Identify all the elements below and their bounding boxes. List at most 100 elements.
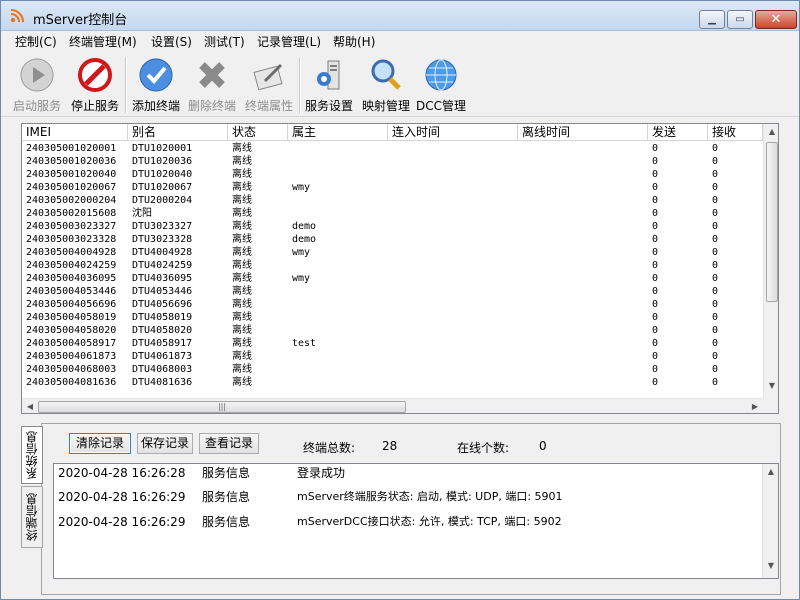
view-log-button[interactable]: 查看记录 bbox=[199, 433, 259, 454]
cell-imei: 240305001020040 bbox=[26, 169, 117, 180]
minimize-button[interactable]: ▁ bbox=[699, 10, 725, 29]
table-row[interactable]: 240305003023327 DTU3023327 离线 demo 0 0 bbox=[22, 220, 763, 233]
delete-terminal-button[interactable]: 删除终端 bbox=[184, 55, 240, 113]
service-settings-button[interactable]: 服务设置 bbox=[302, 55, 356, 113]
table-row[interactable]: 240305002000204 DTU2000204 离线 0 0 bbox=[22, 194, 763, 207]
scroll-right-icon[interactable]: ▶ bbox=[747, 402, 763, 411]
table-row[interactable]: 240305001020040 DTU1020040 离线 0 0 bbox=[22, 168, 763, 181]
menu-log-management[interactable]: 记录管理(L) bbox=[257, 33, 321, 50]
scroll-thumb[interactable] bbox=[766, 142, 778, 302]
table-row[interactable]: 240305002015608 沈阳 离线 0 0 bbox=[22, 207, 763, 220]
table-row[interactable]: 240305004053446 DTU4053446 离线 0 0 bbox=[22, 285, 763, 298]
table-row[interactable]: 240305004081636 DTU4081636 离线 0 0 bbox=[22, 376, 763, 389]
cell-offline-time bbox=[518, 259, 648, 272]
table-row[interactable]: 240305004058020 DTU4058020 离线 0 0 bbox=[22, 324, 763, 337]
save-log-button[interactable]: 保存记录 bbox=[137, 433, 193, 454]
cell-connect-time bbox=[388, 155, 518, 168]
log-scrollbar[interactable]: ▲ ▼ bbox=[762, 464, 778, 578]
cell-status: 离线 bbox=[232, 195, 252, 206]
cell-owner: wmy bbox=[292, 182, 311, 193]
add-terminal-label: 添加终端 bbox=[131, 99, 180, 113]
stop-service-button[interactable]: 停止服务 bbox=[67, 55, 123, 113]
title-bar[interactable]: mServer控制台 ▁ ▭ ✕ bbox=[1, 1, 799, 31]
main-window: mServer控制台 ▁ ▭ ✕ 控制(C) 终端管理(M) 设置(S) 测试(… bbox=[0, 0, 800, 600]
cell-sent: 0 bbox=[652, 247, 659, 258]
menu-test[interactable]: 测试(T) bbox=[204, 33, 245, 50]
column-header-imei[interactable]: IMEI bbox=[22, 124, 128, 141]
scroll-down-icon[interactable]: ▼ bbox=[763, 561, 779, 570]
checkmark-icon bbox=[138, 57, 174, 93]
cell-sent: 0 bbox=[652, 260, 659, 271]
table-row[interactable]: 240305001020036 DTU1020036 离线 0 0 bbox=[22, 155, 763, 168]
cell-offline-time bbox=[518, 207, 648, 220]
cell-owner bbox=[288, 259, 388, 272]
column-header-sent[interactable]: 发送 bbox=[648, 124, 708, 141]
side-tab-strip: 系统信息 终端信息 bbox=[21, 426, 43, 551]
cell-alias: DTU3023328 bbox=[132, 234, 193, 245]
terminal-list[interactable]: IMEI 别名 状态 属主 连入时间 离线时间 发送 接收 2403050010… bbox=[21, 123, 779, 414]
table-row[interactable]: 240305001020067 DTU1020067 离线 wmy 0 0 bbox=[22, 181, 763, 194]
cell-connect-time bbox=[388, 233, 518, 246]
clear-log-button[interactable]: 清除记录 bbox=[69, 433, 131, 454]
cell-status: 离线 bbox=[232, 299, 252, 310]
cell-connect-time bbox=[388, 207, 518, 220]
table-row[interactable]: 240305003023328 DTU3023328 离线 demo 0 0 bbox=[22, 233, 763, 246]
scroll-up-icon[interactable]: ▲ bbox=[763, 467, 779, 476]
column-header-status[interactable]: 状态 bbox=[228, 124, 288, 141]
table-row[interactable]: 240305004061873 DTU4061873 离线 0 0 bbox=[22, 350, 763, 363]
table-row[interactable]: 240305004004928 DTU4004928 离线 wmy 0 0 bbox=[22, 246, 763, 259]
cell-status: 离线 bbox=[232, 234, 252, 245]
table-row[interactable]: 240305001020001 DTU1020001 离线 0 0 bbox=[22, 142, 763, 155]
cell-received: 0 bbox=[712, 325, 719, 336]
column-header-alias[interactable]: 别名 bbox=[128, 124, 228, 141]
mapping-management-button[interactable]: 映射管理 bbox=[358, 55, 414, 113]
cell-owner bbox=[288, 194, 388, 207]
menu-help[interactable]: 帮助(H) bbox=[333, 33, 375, 50]
table-row[interactable]: 240305004024259 DTU4024259 离线 0 0 bbox=[22, 259, 763, 272]
cell-received: 0 bbox=[712, 156, 719, 167]
menu-terminal-management[interactable]: 终端管理(M) bbox=[69, 33, 137, 50]
cell-alias: DTU1020067 bbox=[132, 182, 193, 193]
cell-offline-time bbox=[518, 246, 648, 259]
maximize-button[interactable]: ▭ bbox=[727, 10, 753, 29]
tab-system-info[interactable]: 系统信息 bbox=[21, 426, 43, 484]
cell-sent: 0 bbox=[652, 325, 659, 336]
vertical-scrollbar[interactable]: ▲ ▼ bbox=[763, 124, 778, 398]
log-list[interactable]: 2020-04-28 16:26:28 服务信息 登录成功 2020-04-28… bbox=[53, 463, 779, 579]
cell-owner: demo bbox=[292, 221, 317, 232]
cell-connect-time bbox=[388, 142, 518, 155]
menu-control[interactable]: 控制(C) bbox=[15, 33, 57, 50]
log-message: mServerDCC接口状态: 允许, 模式: TCP, 端口: 5902 bbox=[297, 515, 562, 528]
cell-offline-time bbox=[518, 168, 648, 181]
cell-owner bbox=[288, 155, 388, 168]
column-header-received[interactable]: 接收 bbox=[708, 124, 763, 141]
add-terminal-button[interactable]: 添加终端 bbox=[129, 55, 183, 113]
table-row[interactable]: 240305004058917 DTU4058917 离线 test 0 0 bbox=[22, 337, 763, 350]
cell-imei: 240305004068003 bbox=[26, 364, 117, 375]
tab-terminal-info[interactable]: 终端信息 bbox=[21, 486, 43, 548]
cell-alias: DTU4061873 bbox=[132, 351, 193, 362]
scroll-thumb[interactable]: ||| bbox=[38, 401, 406, 413]
scroll-left-icon[interactable]: ◀ bbox=[22, 402, 38, 411]
table-row[interactable]: 240305004068003 DTU4068003 离线 0 0 bbox=[22, 363, 763, 376]
cell-offline-time bbox=[518, 363, 648, 376]
cell-received: 0 bbox=[712, 364, 719, 375]
menu-settings[interactable]: 设置(S) bbox=[151, 33, 192, 50]
terminal-properties-button[interactable]: 终端属性 bbox=[241, 55, 297, 113]
table-row[interactable]: 240305004036095 DTU4036095 离线 wmy 0 0 bbox=[22, 272, 763, 285]
column-header-offline-time[interactable]: 离线时间 bbox=[518, 124, 648, 141]
delete-x-icon bbox=[194, 57, 230, 93]
dcc-management-button[interactable]: DCC管理 bbox=[414, 55, 468, 113]
scroll-down-icon[interactable]: ▼ bbox=[764, 381, 778, 390]
table-row[interactable]: 240305004058019 DTU4058019 离线 0 0 bbox=[22, 311, 763, 324]
close-button[interactable]: ✕ bbox=[755, 10, 797, 29]
horizontal-scrollbar[interactable]: ◀ ||| ▶ bbox=[22, 398, 763, 413]
table-row[interactable]: 240305004056696 DTU4056696 离线 0 0 bbox=[22, 298, 763, 311]
cell-status: 离线 bbox=[232, 208, 252, 219]
cell-received: 0 bbox=[712, 247, 719, 258]
column-header-owner[interactable]: 属主 bbox=[288, 124, 388, 141]
terminal-list-header: IMEI 别名 状态 属主 连入时间 离线时间 发送 接收 bbox=[22, 124, 763, 141]
column-header-connect-time[interactable]: 连入时间 bbox=[388, 124, 518, 141]
start-service-button[interactable]: 启动服务 bbox=[9, 55, 65, 113]
scroll-up-icon[interactable]: ▲ bbox=[764, 127, 778, 136]
